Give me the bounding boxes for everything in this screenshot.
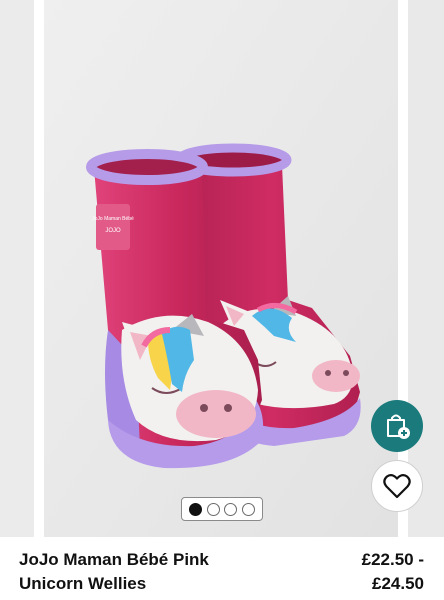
boot-brand-label: JoJo Maman Bébé (92, 216, 134, 222)
product-title-line-1[interactable]: JoJo Maman Bébé Pink (19, 548, 289, 572)
price-to: £24.50 (372, 574, 424, 593)
carousel-dot-3[interactable] (224, 502, 238, 516)
boot-brand-label-2: JOJO (105, 228, 121, 234)
wishlist-button[interactable] (371, 460, 423, 512)
shopping-bag-plus-icon (387, 414, 410, 439)
price-from: £22.50 - (361, 550, 424, 569)
product-title[interactable]: JoJo Maman Bébé Pink Unicorn Wellies (19, 548, 289, 596)
product-price: £22.50 - £24.50 (362, 548, 424, 596)
gutter (34, 0, 44, 537)
carousel-dot-1[interactable] (189, 502, 203, 516)
unicorn-wellies-illustration: JoJo Maman Bébé JOJO (44, 0, 398, 537)
product-title-line-2[interactable]: Unicorn Wellies (19, 572, 289, 596)
product-image[interactable]: JoJo Maman Bébé JOJO (44, 0, 398, 537)
heart-icon (383, 474, 411, 499)
carousel-pagination[interactable] (181, 497, 263, 521)
previous-product-image-edge (0, 0, 34, 537)
next-product-image-edge (408, 0, 444, 537)
carousel-dot-4[interactable] (241, 502, 255, 516)
gutter (398, 0, 408, 537)
carousel-dot-2[interactable] (206, 502, 220, 516)
quick-add-button[interactable] (371, 400, 423, 452)
